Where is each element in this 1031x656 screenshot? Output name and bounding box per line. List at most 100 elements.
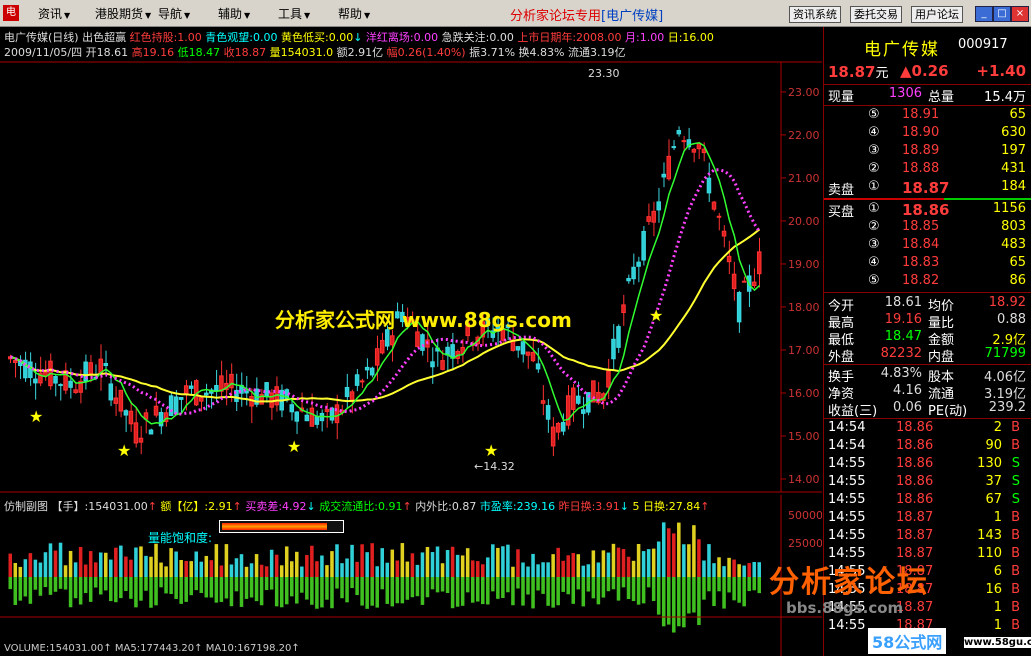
volume-bar-negative <box>551 577 555 608</box>
sell-row-3: ③ 18.89 197 <box>868 143 1026 158</box>
menu-item-label: 辅助 <box>218 7 243 21</box>
volume-bar <box>189 561 193 577</box>
app-icon[interactable]: 电 <box>3 5 19 21</box>
volume-bar <box>13 562 18 577</box>
volume-bar-negative <box>370 577 374 606</box>
candle-body <box>721 230 727 237</box>
candle-body <box>168 395 174 417</box>
candle-body <box>565 395 571 426</box>
candle-body <box>244 390 249 394</box>
volume-bar-negative <box>254 577 259 602</box>
info-segment: ↑ <box>402 500 416 513</box>
volume-bar-negative <box>626 577 631 600</box>
info-segment: ↓ <box>306 500 320 513</box>
volume-bar <box>310 545 314 577</box>
candle-body <box>28 361 33 378</box>
candle-body <box>440 360 445 370</box>
candle-body <box>214 385 219 391</box>
volume-bar <box>279 565 284 577</box>
volume-bar-negative <box>199 577 204 593</box>
toolbar-button-2[interactable]: 用户论坛 <box>911 6 963 23</box>
menu-item-5[interactable]: 帮助 ▼ <box>338 5 370 22</box>
price-axis-label: 14.00 <box>788 473 820 486</box>
info-segment: 低18.47 <box>177 46 224 59</box>
close-icon[interactable]: × <box>1011 6 1029 22</box>
volume-bar-negative <box>516 577 520 589</box>
volume-bar-negative <box>350 577 354 589</box>
volume-bar-negative <box>149 577 153 608</box>
volume-bar <box>666 528 671 577</box>
volume-bar-negative <box>541 577 545 594</box>
candle-body <box>631 266 636 280</box>
volume-bar-negative <box>355 577 359 596</box>
volume-bar <box>8 553 13 577</box>
volume-bar <box>360 544 364 577</box>
volume-bar <box>516 549 520 577</box>
indicator-info-line: 电广传媒(日线) 出色超赢 红色持股:1.00 青色观望:0.00 黄色低买:0… <box>4 29 714 45</box>
volume-bar <box>445 550 450 577</box>
volume-bar <box>586 564 591 577</box>
kline-chart[interactable]: 23.00 22.00 21.00 20.00 19.00 18.00 17.00 16.00… <box>0 27 822 656</box>
volume-bar <box>521 562 525 577</box>
toolbar-button-1[interactable]: 委托交易 <box>850 6 902 23</box>
buy-row-1: 买盘 ① 18.86 1156 <box>828 201 1026 220</box>
candle-body <box>676 130 682 135</box>
candle-body <box>570 387 576 410</box>
chart-area[interactable]: 23.00 22.00 21.00 20.00 19.00 18.00 17.00 16.00… <box>0 27 822 656</box>
menu-item-4[interactable]: 工具 ▼ <box>278 5 310 22</box>
volume-bar-negative <box>119 577 123 599</box>
minimize-icon[interactable]: _ <box>975 6 993 22</box>
volume-bar-negative <box>646 577 651 588</box>
volume-bar-negative <box>677 577 681 627</box>
menu-item-0[interactable]: 资讯 ▼ <box>38 5 70 22</box>
volume-bar <box>506 544 510 577</box>
sub-chart-header: 仿制副图 【手】:154031.00↑ 额【亿】:2.91↑ 买卖差:4.92↓… <box>4 498 709 514</box>
info-segment: 急跌关注:0.00 <box>438 31 514 44</box>
volume-bar-negative <box>214 577 219 603</box>
volume-bar-negative <box>470 577 475 603</box>
candle-body <box>199 397 204 402</box>
volume-bar-negative <box>481 577 485 605</box>
volume-bar <box>169 548 173 577</box>
volume-bar-negative <box>395 577 400 604</box>
volume-bar-negative <box>48 577 53 595</box>
volume-bar <box>621 549 626 577</box>
volume-bar <box>395 560 400 577</box>
tick-row-5: 14:55 18.87 1 B <box>828 510 1020 525</box>
menu-item-1[interactable]: 港股期货 ▼ <box>95 5 151 22</box>
tick-row-1: 14:54 18.86 90 B <box>828 438 1020 453</box>
volume-bar-negative <box>727 577 731 593</box>
volume-bar <box>435 546 440 577</box>
volume-bar <box>747 563 751 577</box>
price-axis-label: 15.00 <box>788 430 820 443</box>
info-segment: 振3.71% 换4.83% 流通3.19亿 <box>469 46 626 59</box>
volume-bar <box>345 558 349 577</box>
volume-bar-negative <box>435 577 440 593</box>
volume-bar-negative <box>164 577 168 594</box>
tick-row-6: 14:55 18.87 143 B <box>828 528 1020 543</box>
toolbar-button-0[interactable]: 资讯系统 <box>789 6 841 23</box>
menu-item-label: 港股期货 <box>95 7 144 21</box>
volume-bar-negative <box>365 577 369 609</box>
candle-body <box>294 411 300 422</box>
maximize-icon[interactable]: □ <box>993 6 1011 22</box>
volume-bar <box>340 563 344 577</box>
menu-item-3[interactable]: 辅助 ▼ <box>218 5 250 22</box>
candle-body <box>204 392 209 396</box>
menu-item-2[interactable]: 导航 ▼ <box>158 5 190 22</box>
stock-name: 电广传媒 <box>864 40 940 60</box>
star-icon: ★ <box>484 441 498 460</box>
candle-body <box>646 216 651 222</box>
volume-bar-negative <box>636 577 641 605</box>
volume-bar <box>601 550 606 577</box>
star-icon: ★ <box>117 441 131 460</box>
volume-bar <box>320 555 324 577</box>
candle-body <box>520 341 526 355</box>
candle-body <box>430 361 435 368</box>
candle-body <box>550 426 556 447</box>
volume-bar <box>274 554 279 577</box>
volume-bar-negative <box>682 577 686 628</box>
info-segment: ↑ <box>232 500 246 513</box>
candle-body <box>385 329 390 347</box>
volume-bar-negative <box>194 577 199 591</box>
